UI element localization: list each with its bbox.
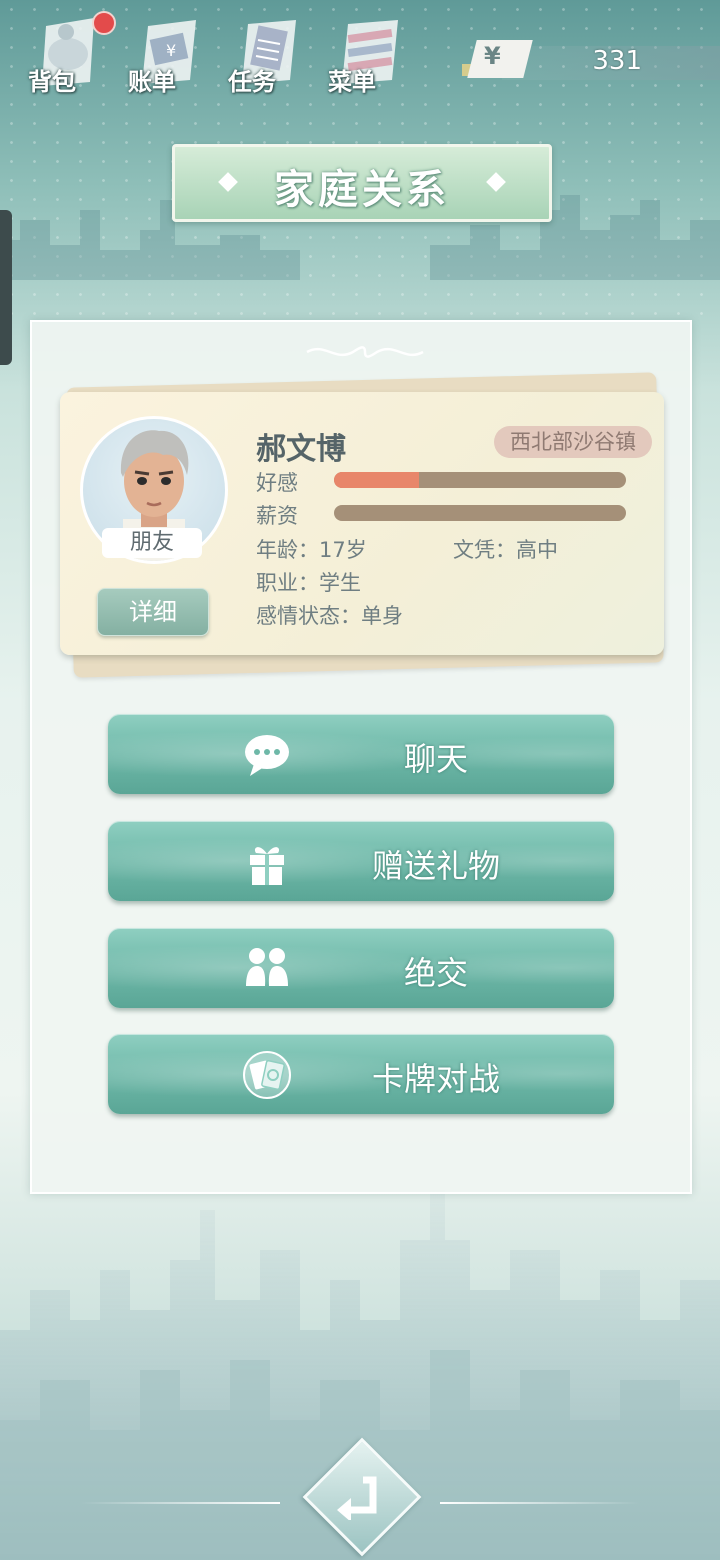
favor-bar <box>334 472 626 488</box>
task-label: 任务 <box>228 68 276 96</box>
salary-bar <box>334 505 626 521</box>
chat-button[interactable]: 聊天 <box>108 714 614 794</box>
money-display: ¥ 331 <box>462 40 720 80</box>
card-battle-button[interactable]: 卡牌对战 <box>108 1034 614 1114</box>
panel-ornament <box>306 346 424 358</box>
notification-dot <box>92 11 116 35</box>
card-battle-label: 卡牌对战 <box>371 1060 500 1098</box>
detail-button[interactable]: 详细 <box>97 588 209 636</box>
region-badge: 西北部沙谷镇 <box>494 426 652 458</box>
gift-label: 赠送礼物 <box>371 847 500 885</box>
character-name: 郝文博 <box>256 432 346 467</box>
task-button[interactable]: 任务 <box>222 8 312 103</box>
menu-button[interactable]: 菜单 <box>322 8 412 103</box>
top-bar: 背包 ¥ 账单 任务 菜单 ¥ 331 <box>0 0 720 120</box>
age-info: 年龄：17岁 <box>256 538 367 562</box>
menu-label: 菜单 <box>328 68 376 96</box>
backpack-label: 背包 <box>28 68 76 96</box>
side-edge-tab[interactable] <box>0 210 12 365</box>
relationship-tag: 朋友 <box>102 528 202 558</box>
education-info: 文凭：高中 <box>453 538 558 562</box>
money-amount: 331 <box>592 46 642 76</box>
marital-status-info: 感情状态：单身 <box>256 604 403 628</box>
break-friendship-button[interactable]: 绝交 <box>108 928 614 1008</box>
bill-button[interactable]: ¥ 账单 <box>122 8 212 103</box>
svg-text:¥: ¥ <box>166 41 176 60</box>
favor-bar-fill <box>334 472 419 488</box>
back-arrow-icon <box>337 1476 377 1520</box>
bottom-decor-line-left <box>80 1502 280 1504</box>
favor-label: 好感 <box>256 471 298 495</box>
page-title-banner: 家庭关系 <box>172 144 552 222</box>
break-friendship-label: 绝交 <box>403 954 468 992</box>
gift-button[interactable]: 赠送礼物 <box>108 821 614 901</box>
job-info: 职业：学生 <box>256 571 361 595</box>
currency-symbol: ¥ <box>484 42 501 70</box>
bottom-decor-line-right <box>440 1502 640 1504</box>
bill-label: 账单 <box>128 68 176 96</box>
salary-label: 薪资 <box>256 504 298 528</box>
chat-label: 聊天 <box>403 740 468 778</box>
